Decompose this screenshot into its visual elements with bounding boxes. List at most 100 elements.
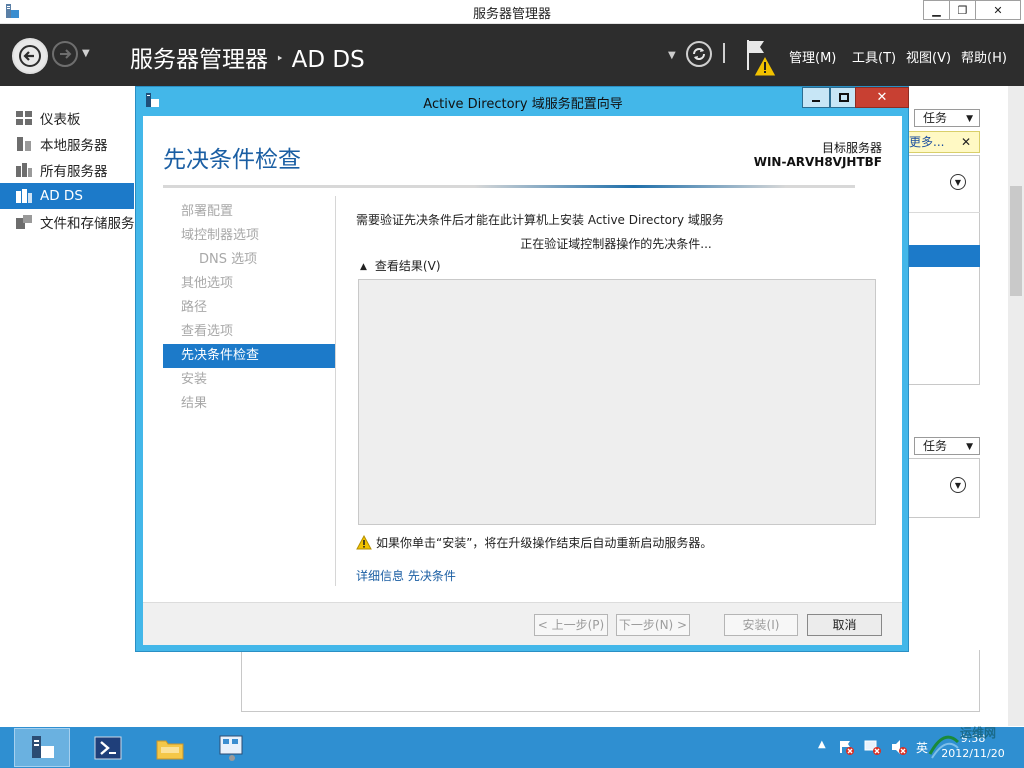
menu-view[interactable]: 视图(V) [906,47,951,66]
step-dc-options: 域控制器选项 [181,228,260,243]
arrow-left-icon [19,45,41,67]
taskbar-server-manager[interactable] [14,728,70,767]
server-manager-header: ▼ 服务器管理器 ‣ AD DS ▼ 管理(M) 工具(T) 视图(V) 帮助(H) [0,24,1024,86]
local-server-icon [17,137,31,151]
install-button[interactable]: 安装(I) [724,614,798,636]
sidebar-item-ad-ds[interactable]: AD DS [0,183,134,209]
step-paths: 路径 [181,300,208,315]
tasks-label: 任务 [923,111,948,125]
sidebar-item-label: 仪表板 [40,112,81,128]
step-additional-options: 其他选项 [181,276,234,291]
history-dropdown-icon[interactable]: ▼ [82,48,90,59]
taskbar-file-explorer[interactable] [142,728,198,767]
sidebar-item-local-server[interactable]: 本地服务器 [0,131,134,157]
background-panel-bottom [241,650,980,712]
minimize-icon: ▁ [932,3,941,17]
wizard-minimize-button[interactable] [802,87,830,108]
taskbar: ▲ 英 9:58 2012/11/20 [0,727,1024,768]
header-progress-line [163,185,855,188]
wizard-content: 需要验证先决条件后才能在此计算机上安装 Active Directory 域服务… [356,211,886,583]
notification-more-link[interactable]: 更多... [909,135,944,149]
taskbar-network-app[interactable] [204,728,260,767]
forward-button[interactable] [52,41,78,67]
back-button[interactable] [12,38,48,74]
dashboard-icon [16,111,32,125]
menu-manage[interactable]: 管理(M) [789,47,836,66]
notifications-flag-icon[interactable] [744,38,778,78]
minimize-icon [812,99,820,102]
wizard-steps: 部署配置 域控制器选项 DNS 选项 其他选项 路径 查看选项 先决条件检查 安… [163,200,335,416]
header-dropdown-icon[interactable]: ▼ [668,50,676,61]
maximize-button[interactable]: ❐ [949,0,976,20]
tray-network-icon[interactable] [864,739,882,755]
tasks-dropdown-bottom[interactable]: 任务 ▼ [914,437,980,455]
wizard-close-button[interactable]: ✕ [855,87,909,108]
close-icon: ✕ [876,90,888,105]
view-results-toggle[interactable]: ▲ 查看结果(V) [360,257,441,274]
header-divider [723,43,725,63]
tasks-label: 任务 [923,439,948,453]
arrow-right-icon [60,49,72,59]
menu-tools[interactable]: 工具(T) [852,47,896,66]
next-button[interactable]: 下一步(N) > [616,614,690,636]
tray-volume-icon[interactable] [890,739,908,755]
window-title: 服务器管理器 [472,7,551,22]
step-prerequisites-check[interactable]: 先决条件检查 [163,344,335,368]
warning-icon [356,535,372,550]
all-servers-icon [16,163,32,177]
sidebar-item-all-servers[interactable]: 所有服务器 [0,157,134,183]
results-box[interactable] [358,279,876,525]
more-info-prerequisites-link[interactable]: 详细信息 先决条件 [356,567,456,584]
tasks-dropdown-top[interactable]: 任务 ▼ [914,109,980,127]
site-watermark: 运维网 [926,724,1006,764]
breadcrumb-separator-icon: ‣ [276,52,284,67]
notification-close-icon[interactable]: ✕ [961,132,971,152]
step-results: 结果 [181,396,208,411]
sidebar-item-file-storage[interactable]: 文件和存储服务 [0,209,134,235]
cancel-button[interactable]: 取消 [807,614,882,636]
background-panel-top: ▼ [905,155,980,385]
step-deployment-config: 部署配置 [181,204,234,219]
steps-divider [335,196,336,586]
restore-icon: ❐ [957,3,968,17]
tray-action-center-icon[interactable] [838,739,854,755]
sidebar-item-label: 所有服务器 [40,164,108,180]
breadcrumb-root[interactable]: 服务器管理器 [130,47,268,73]
step-installation: 安装 [181,372,208,387]
prerequisite-intro-text: 需要验证先决条件后才能在此计算机上安装 Active Directory 域服务 [356,213,724,227]
validation-progress-text: 正在验证域控制器操作的先决条件... [520,237,712,251]
background-panel-mid: ▼ [905,458,980,518]
chevron-down-icon: ▼ [966,442,973,452]
minimize-button[interactable]: ▁ [923,0,950,20]
caret-up-icon: ▲ [360,262,367,272]
wizard-maximize-button[interactable] [830,87,858,108]
notification-banner: 更多... ✕ [908,131,980,153]
maximize-icon [839,92,849,102]
warning-text: 如果你单击“安装”，将在升级操作结束后自动重新启动服务器。 [376,536,713,550]
expand-chevron-icon[interactable]: ▼ [950,477,966,493]
main-scrollbar[interactable] [1008,86,1024,726]
sidebar-item-label: 本地服务器 [40,138,108,154]
previous-button[interactable]: < 上一步(P) [534,614,608,636]
sidebar-item-dashboard[interactable]: 仪表板 [0,105,134,131]
expand-chevron-icon[interactable]: ▼ [950,174,966,190]
wizard-footer: < 上一步(P) 下一步(N) > 安装(I) 取消 [143,602,902,645]
close-button[interactable]: ✕ [975,0,1021,20]
close-icon: ✕ [993,3,1003,17]
restart-warning: 如果你单击“安装”，将在升级操作结束后自动重新启动服务器。 [356,534,712,551]
refresh-button[interactable] [686,41,712,67]
menu-help[interactable]: 帮助(H) [961,47,1007,66]
network-app-icon [219,735,243,761]
step-review-options: 查看选项 [181,324,234,339]
selected-row[interactable] [906,245,980,267]
step-dns-options: DNS 选项 [199,252,258,267]
page-title: 先决条件检查 [163,147,301,173]
tray-show-hidden-icon[interactable]: ▲ [818,739,826,750]
taskbar-powershell[interactable] [80,728,136,767]
scrollbar-thumb[interactable] [1010,186,1022,296]
chevron-down-icon: ▼ [966,114,973,124]
server-manager-titlebar: 服务器管理器 ▁ ❐ ✕ [0,0,1024,24]
breadcrumb-current: AD DS [291,47,365,73]
file-storage-icon [16,215,32,229]
watermark-text: 运维网 [960,726,997,740]
